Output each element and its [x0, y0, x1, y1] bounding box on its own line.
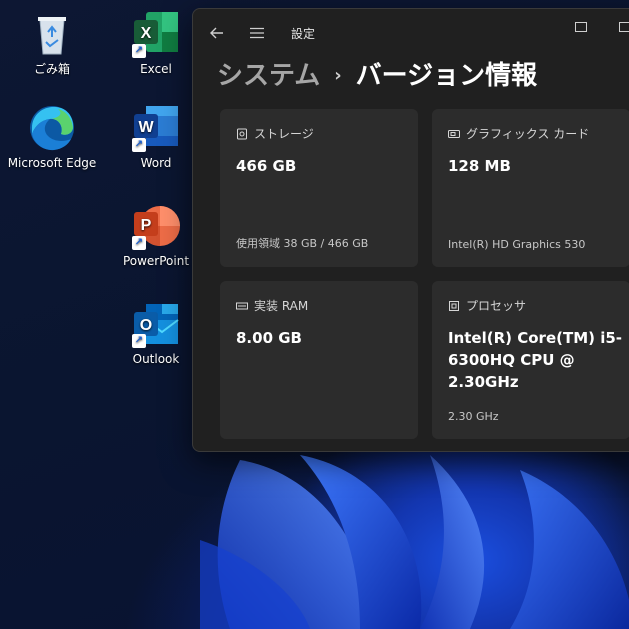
card-title: 実装 RAM: [254, 299, 309, 313]
ram-value: 8.00 GB: [236, 329, 302, 347]
desktop-icon-label: Microsoft Edge: [7, 156, 97, 170]
edge-icon: [28, 104, 76, 152]
processor-value: Intel(R) Core(TM) i5-6300HQ CPU @ 2.30GH…: [448, 329, 623, 391]
settings-window: 設定 システム › バージョン情報 ストレージ 466 GB 使用領域 38 GB …: [192, 8, 629, 452]
processor-icon: [448, 300, 460, 312]
breadcrumb: システム › バージョン情報: [217, 55, 537, 91]
card-storage[interactable]: ストレージ 466 GB 使用領域 38 GB / 466 GB: [220, 109, 418, 267]
desktop-icon-word[interactable]: W ↗ Word: [108, 104, 204, 170]
card-title: ストレージ: [254, 127, 314, 141]
shortcut-arrow-icon: ↗: [132, 334, 146, 348]
outlook-icon: O ↗: [132, 300, 180, 348]
breadcrumb-separator: ›: [334, 65, 342, 86]
graphics-card-icon: [448, 128, 460, 140]
card-header: プロセッサ: [448, 297, 526, 314]
desktop-icon-edge[interactable]: Microsoft Edge: [4, 104, 100, 170]
desktop-icon-label: Excel: [140, 62, 172, 76]
shortcut-arrow-icon: ↗: [132, 138, 146, 152]
excel-icon: X ↗: [132, 10, 180, 58]
svg-text:O: O: [140, 317, 152, 334]
desktop-icon-label: Outlook: [132, 352, 180, 366]
window-maximize-icon[interactable]: [619, 22, 629, 32]
svg-text:P: P: [141, 217, 152, 234]
desktop-icon-label: PowerPoint: [122, 254, 190, 268]
svg-text:X: X: [141, 25, 152, 42]
graphics-value: 128 MB: [448, 157, 511, 175]
desktop-icon-label: ごみ箱: [33, 62, 70, 76]
title-bar[interactable]: 設定: [193, 9, 629, 55]
card-header: ストレージ: [236, 125, 314, 142]
hamburger-menu-icon[interactable]: [245, 21, 269, 45]
window-title: 設定: [291, 27, 316, 41]
back-arrow-icon[interactable]: [205, 21, 229, 45]
powerpoint-icon: P ↗: [132, 202, 180, 250]
graphics-detail: Intel(R) HD Graphics 530: [448, 238, 586, 251]
word-icon: W ↗: [132, 104, 180, 152]
card-processor[interactable]: プロセッサ Intel(R) Core(TM) i5-6300HQ CPU @ …: [432, 281, 629, 439]
card-header: グラフィックス カード: [448, 125, 589, 142]
window-restore-icon[interactable]: [575, 22, 587, 32]
storage-detail: 使用領域 38 GB / 466 GB: [236, 237, 369, 250]
breadcrumb-parent-system[interactable]: システム: [217, 61, 320, 91]
card-title: グラフィックス カード: [466, 127, 590, 141]
storage-icon: [236, 128, 248, 140]
storage-value: 466 GB: [236, 157, 297, 175]
desktop-icon-powerpoint[interactable]: P ↗ PowerPoint: [108, 202, 204, 268]
card-ram[interactable]: 実装 RAM 8.00 GB: [220, 281, 418, 439]
ram-icon: [236, 300, 248, 312]
svg-text:W: W: [138, 119, 154, 136]
processor-detail: 2.30 GHz: [448, 410, 499, 423]
card-graphics[interactable]: グラフィックス カード 128 MB Intel(R) HD Graphics …: [432, 109, 629, 267]
desktop-icon-outlook[interactable]: O ↗ Outlook: [108, 300, 204, 366]
page-title: バージョン情報: [355, 61, 538, 91]
desktop-icon-excel[interactable]: X ↗ Excel: [108, 10, 204, 76]
shortcut-arrow-icon: ↗: [132, 236, 146, 250]
shortcut-arrow-icon: ↗: [132, 44, 146, 58]
card-title: プロセッサ: [466, 299, 527, 313]
card-header: 実装 RAM: [236, 297, 308, 314]
recycle-bin-icon: [28, 10, 76, 58]
desktop-icon-recycle-bin[interactable]: ごみ箱: [4, 10, 100, 76]
desktop-icon-label: Word: [140, 156, 172, 170]
